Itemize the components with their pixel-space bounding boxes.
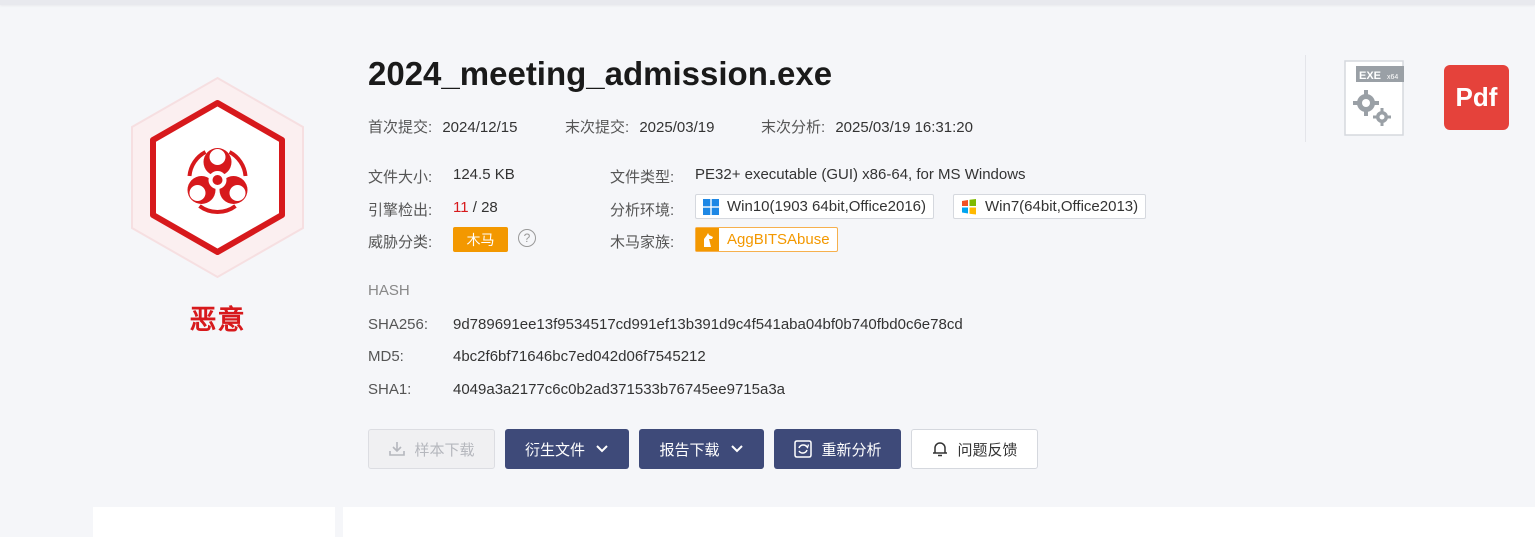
sha1-label: SHA1: <box>368 381 412 398</box>
first-submit-row: 首次提交: 2024/12/15 <box>368 116 517 137</box>
last-analysis-label: 末次分析: <box>761 119 826 136</box>
refresh-icon <box>794 440 813 458</box>
last-analysis-row: 末次分析: 2025/03/19 16:31:20 <box>761 116 973 137</box>
bell-icon <box>933 442 948 457</box>
file-size-label: 文件大小: <box>368 169 433 186</box>
top-bar <box>0 0 1535 5</box>
derived-files-label: 衍生文件 <box>524 441 585 459</box>
sha256-label: SHA256: <box>368 316 429 333</box>
feedback-label: 问题反馈 <box>957 441 1018 459</box>
reanalyze-label: 重新分析 <box>821 441 882 459</box>
family-label: 木马家族: <box>610 234 675 251</box>
last-submit-label: 末次提交: <box>565 119 630 136</box>
env-label: 分析环境: <box>610 202 675 219</box>
download-icon <box>389 442 406 456</box>
exe-file-icon[interactable]: EXE x64 <box>1344 60 1404 136</box>
file-type-value: PE32+ executable (GUI) x86-64, for MS Wi… <box>695 166 1026 183</box>
file-type-label: 文件类型: <box>610 169 675 186</box>
windows10-icon <box>703 198 719 215</box>
md5-value: 4bc2f6bf71646bc7ed042d06f7545212 <box>453 348 706 365</box>
sample-download-button[interactable]: 样本下载 <box>368 429 495 469</box>
md5-label: MD5: <box>368 348 404 365</box>
engine-separator: / <box>468 199 482 216</box>
derived-files-button[interactable]: 衍生文件 <box>505 429 629 469</box>
sha1-value: 4049a3a2177c6c0b2ad371533b76745ee9715a3a <box>453 381 786 398</box>
sample-download-label: 样本下载 <box>414 441 475 459</box>
engine-detected: 11 <box>453 199 469 216</box>
verdict-label: 恶意 <box>189 305 246 335</box>
engine-result: 11 / 28 <box>453 199 498 216</box>
left-panel <box>93 507 335 537</box>
sha256-value: 9d789691ee13f9534517cd991ef13b391d9c4f54… <box>453 316 963 333</box>
threat-badge: 木马 <box>453 227 508 252</box>
reanalyze-button[interactable]: 重新分析 <box>774 429 901 469</box>
pdf-report-icon[interactable]: Pdf <box>1444 65 1509 130</box>
hash-title: HASH <box>368 282 410 299</box>
env-tag-win10[interactable]: Win10(1903 64bit,Office2016) <box>695 194 935 219</box>
main-panel <box>343 507 1535 537</box>
help-icon[interactable]: ? <box>518 229 536 247</box>
first-submit-label: 首次提交: <box>368 119 433 136</box>
report-download-button[interactable]: 报告下载 <box>639 429 764 469</box>
last-analysis-value: 2025/03/19 16:31:20 <box>835 119 973 136</box>
file-name: 2024_meeting_admission.exe <box>368 55 833 92</box>
env-win10-label: Win10(1903 64bit,Office2016) <box>727 198 927 215</box>
family-name: AggBITSAbuse <box>727 231 830 248</box>
env-tag-win7[interactable]: Win7(64bit,Office2013) <box>953 194 1147 219</box>
env-win7-label: Win7(64bit,Office2013) <box>985 198 1139 215</box>
trojan-horse-icon <box>696 228 719 251</box>
biohazard-hexagon-icon <box>131 76 304 279</box>
engine-label: 引擎检出: <box>368 202 433 219</box>
windows7-icon <box>962 198 976 214</box>
file-size-value: 124.5 KB <box>453 166 515 183</box>
last-submit-row: 末次提交: 2025/03/19 <box>565 116 714 137</box>
engine-total: 28 <box>481 199 498 216</box>
chevron-down-icon <box>596 445 608 453</box>
exe-badge-sub: x64 <box>1387 74 1398 81</box>
last-submit-value: 2025/03/19 <box>639 119 715 136</box>
exe-badge-text: EXE <box>1359 70 1381 82</box>
first-submit-value: 2024/12/15 <box>442 119 518 136</box>
report-download-label: 报告下载 <box>659 441 720 459</box>
chevron-down-icon <box>730 445 743 453</box>
threat-label: 威胁分类: <box>368 234 433 251</box>
vertical-divider <box>1305 55 1306 142</box>
feedback-button[interactable]: 问题反馈 <box>911 429 1038 469</box>
family-tag[interactable]: AggBITSAbuse <box>695 227 838 252</box>
